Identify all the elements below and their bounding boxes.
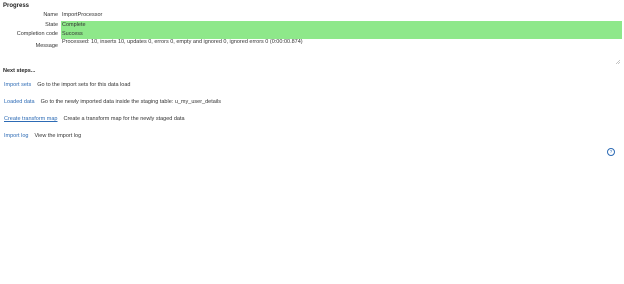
name-value: ImportProcessor [62, 12, 103, 18]
name-row: Name ImportProcessor [0, 11, 624, 20]
loaded-data-description: Go to the newly imported data inside the… [40, 99, 221, 105]
create-transform-map-link[interactable]: Create transform map [4, 116, 58, 122]
message-box[interactable]: Processed: 10, inserts 10, updates 0, er… [61, 39, 622, 65]
state-value: Complete [61, 21, 622, 30]
completion-code-label: Completion code [16, 31, 58, 37]
state-row: State Complete [0, 21, 624, 30]
create-transform-map-description: Create a transform map for the newly sta… [63, 116, 185, 122]
state-label: State [45, 22, 58, 28]
message-value: Processed: 10, inserts 10, updates 0, er… [62, 39, 303, 45]
import-log-link[interactable]: Import log [4, 133, 28, 139]
loaded-data-link[interactable]: Loaded data [4, 99, 35, 105]
import-log-description: View the import log [34, 133, 82, 139]
step-loaded-data: Loaded data Go to the newly imported data… [4, 98, 221, 106]
step-create-transform-map: Create transform map Create a transform m… [4, 115, 185, 123]
progress-title: Progress [3, 3, 30, 9]
name-label: Name [43, 12, 58, 18]
message-label: Message [35, 43, 58, 49]
import-sets-link[interactable]: Import sets [4, 82, 31, 88]
next-steps-title: Next steps... [3, 68, 36, 74]
step-import-log: Import log View the import log [4, 132, 81, 140]
import-sets-description: Go to the import sets for this data load [37, 82, 131, 88]
help-circle-icon[interactable]: ? [607, 148, 615, 156]
resize-grip-icon[interactable] [616, 60, 620, 64]
step-import-sets: Import sets Go to the import sets for thi… [4, 81, 130, 89]
